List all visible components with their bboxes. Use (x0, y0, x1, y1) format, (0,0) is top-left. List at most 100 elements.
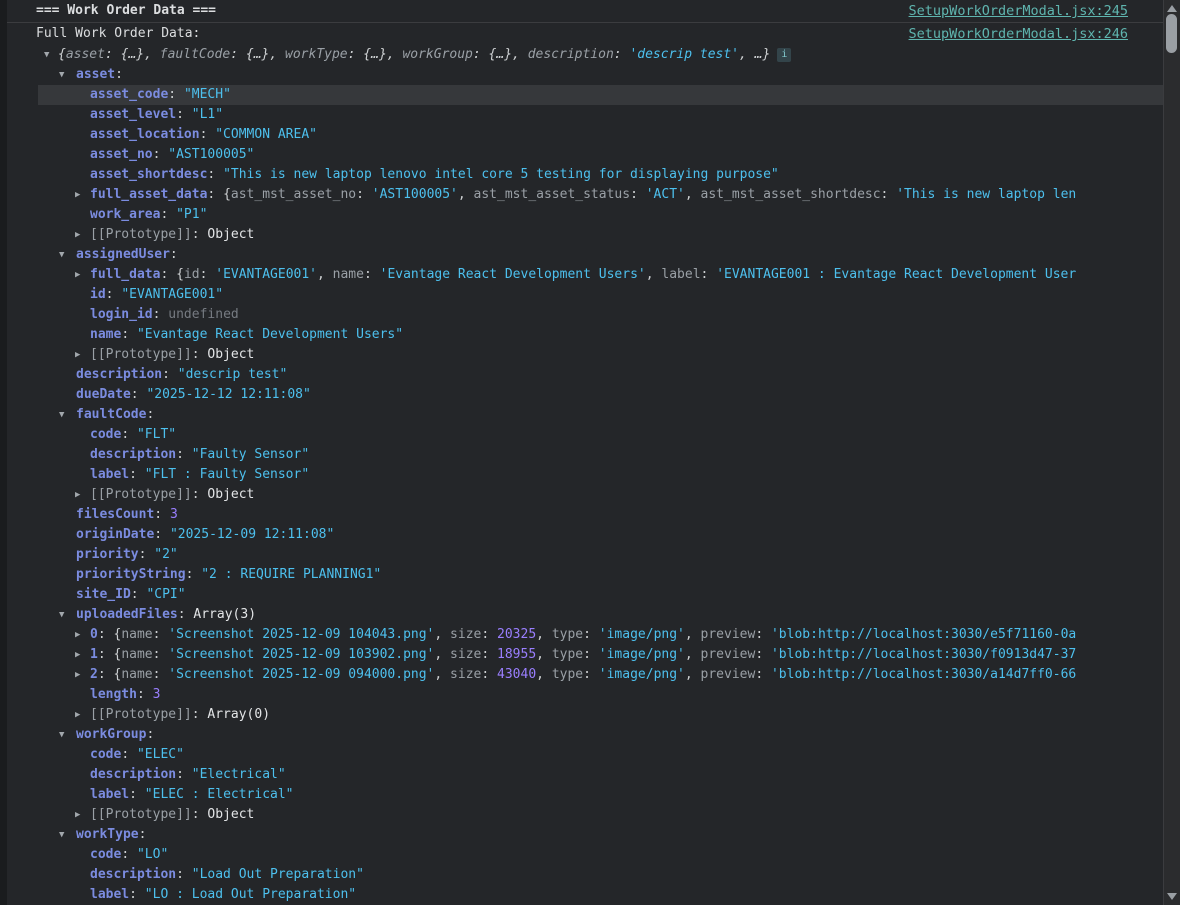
scrollbar-down-arrow-icon[interactable] (1167, 893, 1177, 900)
expanded-arrow-icon[interactable]: ▼ (59, 405, 64, 425)
source-link[interactable]: SetupWorkOrderModal.jsx:245 (909, 0, 1128, 22)
punctuation: {…} (489, 47, 512, 62)
collapsed-arrow-icon[interactable]: ▶ (75, 345, 80, 365)
tree-row[interactable]: ▼assignedUser: (38, 245, 1163, 265)
scrollbar-thumb[interactable] (1166, 14, 1177, 53)
tree-row[interactable]: ▶1: {name: 'Screenshot 2025-12-09 103902… (38, 645, 1163, 665)
punctuation: : (160, 207, 176, 222)
collapsed-arrow-icon[interactable]: ▶ (75, 485, 80, 505)
window-edge-strip (0, 0, 7, 905)
expanded-arrow-icon[interactable]: ▼ (59, 245, 64, 265)
source-link[interactable]: SetupWorkOrderModal.jsx:246 (909, 23, 1128, 45)
punctuation: , (269, 47, 285, 62)
punctuation: : (176, 107, 192, 122)
punctuation: : (153, 667, 169, 682)
scrollbar-up-arrow-icon[interactable] (1167, 5, 1177, 12)
tree-row: description: "Load Out Preparation" (38, 865, 1163, 885)
punctuation: : (160, 267, 176, 282)
string-value: 'Screenshot 2025-12-09 094000.png' (168, 667, 434, 682)
tree-row: asset_no: "AST100005" (38, 145, 1163, 165)
punctuation: : (192, 227, 208, 242)
tree-row: filesCount: 3 (38, 505, 1163, 525)
punctuation: : (129, 887, 145, 902)
string-value: 'EVANTAGE001' (215, 267, 317, 282)
punctuation: , (434, 667, 450, 682)
punctuation: : (176, 767, 192, 782)
string-value: 'AST100005' (372, 187, 458, 202)
punctuation: : (106, 287, 122, 302)
preview-key: size (450, 627, 481, 642)
property-key: asset_shortdesc (90, 167, 207, 182)
punctuation: : (153, 307, 169, 322)
collapsed-arrow-icon[interactable]: ▶ (75, 705, 80, 725)
expanded-arrow-icon[interactable]: ▼ (59, 725, 64, 745)
punctuation: : (162, 367, 178, 382)
collapsed-arrow-icon[interactable]: ▶ (75, 225, 80, 245)
object-label: Object (207, 227, 254, 242)
string-value: 'image/png' (599, 647, 685, 662)
preview-key: ast_mst_asset_shortdesc (701, 187, 881, 202)
tree-row[interactable]: ▼workGroup: (38, 725, 1163, 745)
collapsed-arrow-icon[interactable]: ▶ (75, 805, 80, 825)
number-value: 3 (170, 507, 178, 522)
expanded-arrow-icon[interactable]: ▼ (59, 825, 64, 845)
tree-row[interactable]: ▶[[Prototype]]: Object (38, 805, 1163, 825)
expanded-arrow-icon[interactable]: ▼ (44, 45, 49, 65)
punctuation: , (536, 627, 552, 642)
punctuation: : (755, 667, 771, 682)
property-key: uploadedFiles (76, 607, 178, 622)
tree-row[interactable]: ▼asset: (38, 65, 1163, 85)
tree-row[interactable]: ▼faultCode: (38, 405, 1163, 425)
tree-row[interactable]: ▶full_data: {id: 'EVANTAGE001', name: 'E… (38, 265, 1163, 285)
expanded-arrow-icon[interactable]: ▼ (59, 605, 64, 625)
object-label: Array(0) (207, 707, 270, 722)
string-value: "COMMON AREA" (215, 127, 317, 142)
punctuation: , (458, 187, 474, 202)
console-message-first-line: Full Work Order Data: SetupWorkOrderModa… (7, 23, 1163, 45)
collapsed-arrow-icon[interactable]: ▶ (75, 665, 80, 685)
tree-row[interactable]: ▶[[Prototype]]: Object (38, 225, 1163, 245)
punctuation: : (168, 87, 184, 102)
punctuation: : (131, 587, 147, 602)
tree-row[interactable]: ▼uploadedFiles: Array(3) (38, 605, 1163, 625)
property-key: label (90, 787, 129, 802)
punctuation: : (98, 647, 114, 662)
scrollbar[interactable] (1163, 0, 1180, 905)
tree-row: asset_level: "L1" (38, 105, 1163, 125)
string-value: 'This is new laptop len (896, 187, 1076, 202)
string-value: "This is new laptop lenovo intel core 5 … (223, 167, 779, 182)
tree-row: priorityString: "2 : REQUIRE PLANNING1" (38, 565, 1163, 585)
preview-key: workGroup (402, 47, 472, 62)
tree-row[interactable]: ▶[[Prototype]]: Object (38, 485, 1163, 505)
property-key: asset_location (90, 127, 200, 142)
collapsed-arrow-icon[interactable]: ▶ (75, 625, 80, 645)
preview-key: [[Prototype]] (90, 487, 192, 502)
number-value: 43040 (497, 667, 536, 682)
collapsed-arrow-icon[interactable]: ▶ (75, 265, 80, 285)
preview-key: name (121, 647, 152, 662)
expanded-arrow-icon[interactable]: ▼ (59, 65, 64, 85)
preview-key: type (552, 627, 583, 642)
string-value: 'blob:http://localhost:3030/e5f71160-0a (771, 627, 1076, 642)
tree-row[interactable]: ▶full_asset_data: {ast_mst_asset_no: 'AS… (38, 185, 1163, 205)
collapsed-arrow-icon[interactable]: ▶ (75, 185, 80, 205)
tree-row[interactable]: ▶[[Prototype]]: Array(0) (38, 705, 1163, 725)
string-value: "FLT : Faulty Sensor" (145, 467, 309, 482)
tree-row[interactable]: ▼{asset: {…}, faultCode: {…}, workType: … (38, 45, 1163, 65)
tree-row: code: "ELEC" (38, 745, 1163, 765)
punctuation: : (701, 267, 717, 282)
string-value: 'EVANTAGE001 : Evantage React Developmen… (716, 267, 1076, 282)
punctuation: : (178, 607, 194, 622)
collapsed-arrow-icon[interactable]: ▶ (75, 645, 80, 665)
tree-row[interactable]: ▶[[Prototype]]: Object (38, 345, 1163, 365)
tree-row: site_ID: "CPI" (38, 585, 1163, 605)
tree-row[interactable]: ▶0: {name: 'Screenshot 2025-12-09 104043… (38, 625, 1163, 645)
tree-row[interactable]: ▼workType: (38, 825, 1163, 845)
number-value: 20325 (497, 627, 536, 642)
tree-row[interactable]: ▶2: {name: 'Screenshot 2025-12-09 094000… (38, 665, 1163, 685)
info-icon: i (777, 48, 791, 62)
console-log-text: Full Work Order Data: (7, 26, 200, 41)
preview-key: name (121, 627, 152, 642)
undefined-value: undefined (168, 307, 238, 322)
string-value: "LO" (137, 847, 168, 862)
